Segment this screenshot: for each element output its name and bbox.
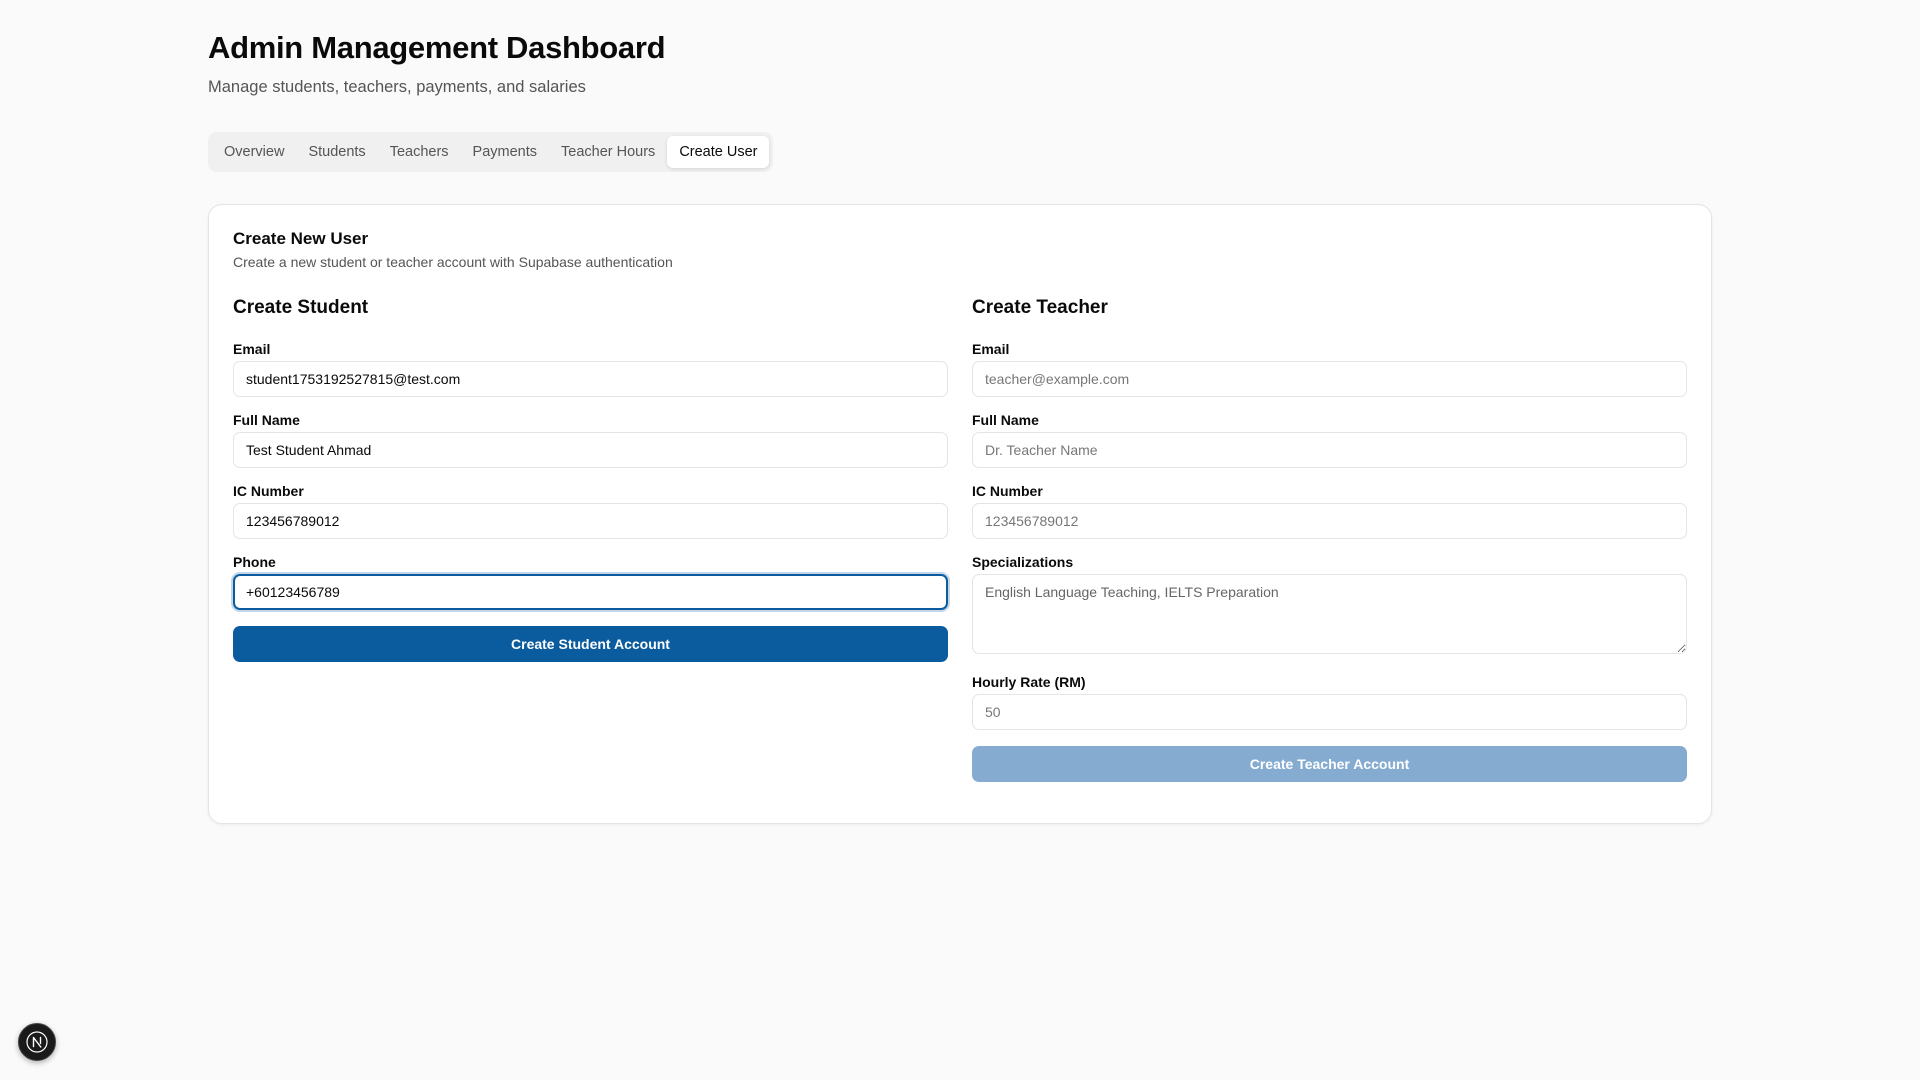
nextjs-n-glyph — [26, 1031, 48, 1053]
teacher-ic-field: IC Number — [972, 484, 1687, 539]
student-full-name-input[interactable] — [233, 432, 948, 468]
student-full-name-label: Full Name — [233, 412, 300, 428]
teacher-hourly-rate-input[interactable] — [972, 694, 1687, 730]
teacher-specializations-field: Specializations — [972, 555, 1687, 659]
nextjs-logo-icon[interactable] — [18, 1023, 56, 1061]
student-phone-label: Phone — [233, 554, 276, 570]
teacher-email-input[interactable] — [972, 361, 1687, 397]
create-student-title: Create Student — [233, 297, 369, 318]
student-email-field: Email — [233, 342, 948, 397]
teacher-email-label: Email — [972, 341, 1010, 357]
page-subtitle: Manage students, teachers, payments, and… — [208, 78, 586, 96]
teacher-full-name-field: Full Name — [972, 413, 1687, 468]
tab-create-user[interactable]: Create User — [667, 136, 770, 168]
create-teacher-title: Create Teacher — [972, 297, 1108, 318]
tab-overview[interactable]: Overview — [212, 136, 296, 168]
teacher-full-name-label: Full Name — [972, 412, 1039, 428]
create-student-section: Create Student Email Full Name IC Number… — [233, 297, 948, 662]
student-email-label: Email — [233, 341, 271, 357]
student-ic-label: IC Number — [233, 483, 304, 499]
card-title: Create New User — [233, 229, 369, 248]
create-user-card: Create New User Create a new student or … — [208, 204, 1712, 824]
teacher-specializations-textarea[interactable] — [972, 574, 1687, 654]
tab-payments[interactable]: Payments — [461, 136, 549, 168]
teacher-hourly-rate-label: Hourly Rate (RM) — [972, 674, 1086, 690]
teacher-full-name-input[interactable] — [972, 432, 1687, 468]
teacher-ic-label: IC Number — [972, 483, 1043, 499]
tab-students[interactable]: Students — [296, 136, 377, 168]
student-ic-input[interactable] — [233, 503, 948, 539]
student-full-name-field: Full Name — [233, 413, 948, 468]
tab-teachers[interactable]: Teachers — [378, 136, 461, 168]
create-student-button[interactable]: Create Student Account — [233, 626, 948, 662]
student-ic-field: IC Number — [233, 484, 948, 539]
student-email-input[interactable] — [233, 361, 948, 397]
student-phone-field: Phone — [233, 555, 948, 610]
teacher-specializations-label: Specializations — [972, 554, 1074, 570]
teacher-email-field: Email — [972, 342, 1687, 397]
teacher-ic-input[interactable] — [972, 503, 1687, 539]
page-title: Admin Management Dashboard — [208, 30, 666, 65]
create-teacher-button[interactable]: Create Teacher Account — [972, 746, 1687, 782]
teacher-hourly-rate-field: Hourly Rate (RM) — [972, 675, 1687, 730]
student-phone-input[interactable] — [233, 574, 948, 610]
card-description: Create a new student or teacher account … — [233, 254, 673, 270]
create-teacher-section: Create Teacher Email Full Name IC Number… — [972, 297, 1687, 782]
tab-list: Overview Students Teachers Payments Teac… — [208, 132, 774, 172]
tab-teacher-hours[interactable]: Teacher Hours — [549, 136, 667, 168]
